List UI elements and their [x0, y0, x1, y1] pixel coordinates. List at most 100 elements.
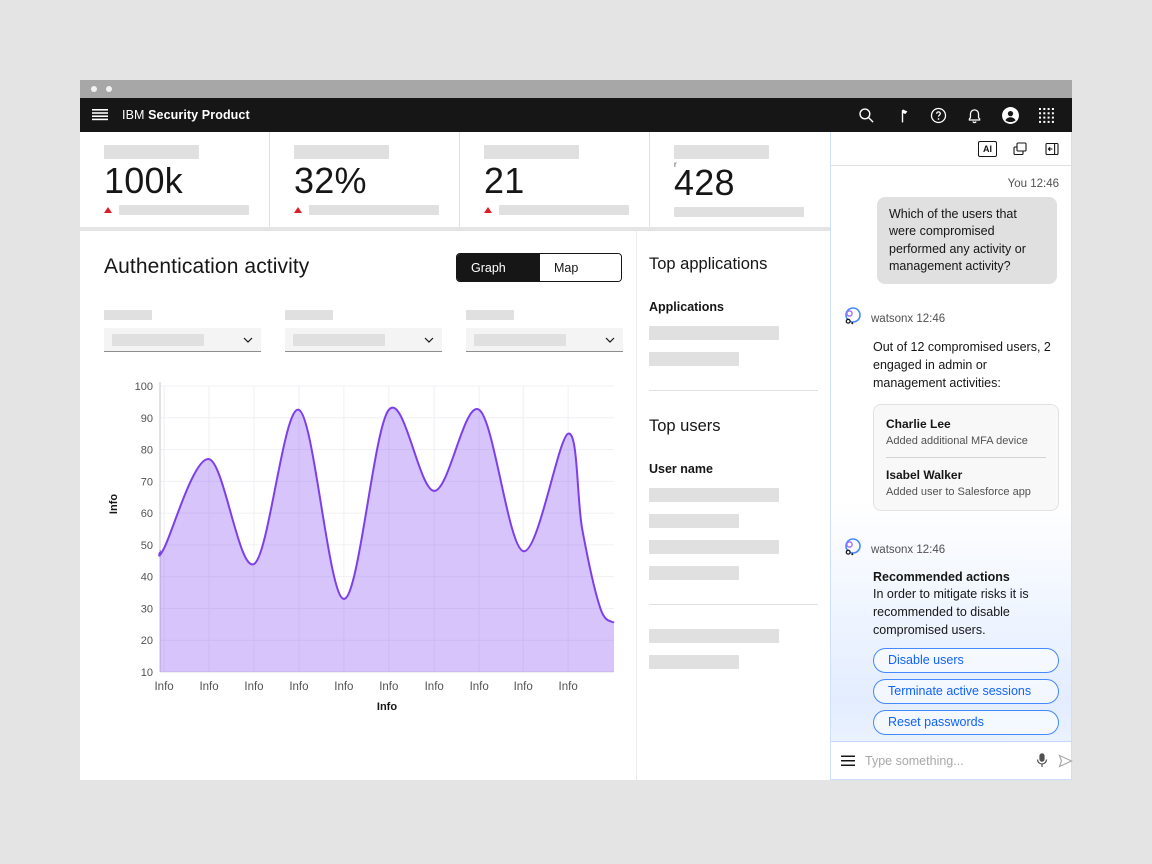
graph-map-toggle: Graph Map	[456, 253, 622, 282]
svg-text:Info: Info	[514, 681, 533, 693]
divider	[649, 390, 818, 391]
username-column-header: User name	[649, 462, 818, 476]
notifications-icon[interactable]	[956, 98, 992, 132]
filter-row	[104, 310, 636, 352]
kpi-value: 100k	[104, 161, 249, 201]
trend-up-icon	[294, 207, 302, 213]
filter-label-skeleton	[285, 310, 333, 320]
kpi-card: 100k	[80, 132, 269, 227]
hamburger-menu-icon[interactable]	[80, 98, 120, 132]
chat-panel-header: AI	[831, 132, 1071, 166]
svg-text:70: 70	[141, 476, 153, 488]
user-avatar-icon[interactable]	[992, 98, 1028, 132]
svg-text:10: 10	[141, 667, 153, 679]
kpi-card: r 428	[649, 132, 830, 227]
user-message-bubble: Which of the users that were compromised…	[877, 197, 1057, 284]
kpi-value: 428	[674, 163, 810, 203]
chart-y-axis-title: Info	[108, 494, 120, 514]
filter-value-skeleton	[293, 334, 385, 346]
filter-dropdown[interactable]	[104, 328, 261, 352]
user-row-skeleton	[649, 514, 739, 528]
authentication-activity-chart: Info 102030405060708090100InfoInfoInfoIn…	[104, 378, 636, 717]
user-message-meta: You 12:46	[843, 178, 1059, 190]
applications-column-header: Applications	[649, 300, 818, 314]
toggle-map[interactable]: Map	[539, 254, 621, 281]
filter-dropdown[interactable]	[285, 328, 442, 352]
svg-text:Info: Info	[244, 681, 263, 693]
bot-message-meta: watsonx 12:46	[871, 544, 945, 556]
user-row-skeleton	[649, 566, 739, 580]
kpi-value: 21	[484, 161, 629, 201]
kpi-trend-skeleton	[499, 205, 629, 215]
svg-text:Info: Info	[154, 681, 173, 693]
toggle-graph[interactable]: Graph	[457, 254, 539, 281]
chevron-down-icon	[605, 337, 615, 343]
chevron-down-icon	[424, 337, 434, 343]
signpost-icon[interactable]	[884, 98, 920, 132]
window-control-dot[interactable]	[106, 86, 112, 92]
trend-up-icon	[104, 207, 112, 213]
area-chart: 102030405060708090100InfoInfoInfoInfoInf…	[120, 378, 636, 712]
svg-text:Info: Info	[425, 681, 444, 693]
svg-text:60: 60	[141, 508, 153, 520]
help-icon[interactable]	[920, 98, 956, 132]
filter-label-skeleton	[104, 310, 152, 320]
side-panel-icon[interactable]	[1043, 140, 1061, 158]
bot-message-text: Out of 12 compromised users, 2 engaged i…	[873, 339, 1059, 392]
top-lists-column: Top applications Applications Top users …	[637, 231, 830, 780]
kpi-trend-skeleton	[674, 207, 804, 217]
svg-text:Info: Info	[289, 681, 308, 693]
kpi-value: 32%	[294, 161, 439, 201]
user-row-skeleton	[649, 540, 779, 554]
kpi-card: 32%	[269, 132, 459, 227]
filter-value-skeleton	[474, 334, 566, 346]
window-control-dot[interactable]	[91, 86, 97, 92]
send-icon[interactable]	[1058, 754, 1073, 768]
compromised-users-card: Charlie Lee Added additional MFA device …	[873, 404, 1059, 511]
divider	[886, 457, 1046, 458]
reset-passwords-button[interactable]: Reset passwords	[873, 710, 1059, 735]
watsonx-chat-panel: AI You 12:46 Which of the users that wer…	[830, 132, 1072, 780]
svg-text:Info: Info	[379, 681, 398, 693]
kpi-trend-skeleton	[309, 205, 439, 215]
top-users-title: Top users	[649, 417, 818, 436]
divider	[649, 604, 818, 605]
trend-up-icon	[484, 207, 492, 213]
ai-badge[interactable]: AI	[978, 141, 997, 157]
svg-text:Info: Info	[559, 681, 578, 693]
app-switcher-icon[interactable]	[1028, 98, 1064, 132]
filter-dropdown[interactable]	[466, 328, 623, 352]
svg-text:40: 40	[141, 572, 153, 584]
terminate-sessions-button[interactable]: Terminate active sessions	[873, 679, 1059, 704]
microphone-icon[interactable]	[1036, 753, 1048, 768]
recommended-actions-body: In order to mitigate risks it is recomme…	[873, 586, 1059, 639]
kpi-label-skeleton	[104, 145, 199, 159]
user-name: Charlie Lee	[886, 417, 1046, 431]
chat-scroll-area[interactable]: You 12:46 Which of the users that were c…	[831, 166, 1071, 741]
top-applications-title: Top applications	[649, 255, 818, 274]
svg-text:Info: Info	[377, 701, 397, 712]
window-titlebar	[80, 80, 1072, 98]
disable-users-button[interactable]: Disable users	[873, 648, 1059, 673]
filter-label-skeleton	[466, 310, 514, 320]
bot-message-meta: watsonx 12:46	[871, 313, 945, 325]
chat-text-input[interactable]	[865, 754, 1026, 768]
user-activity: Added additional MFA device	[886, 435, 1046, 447]
copy-icon[interactable]	[1011, 140, 1029, 158]
authentication-activity-section: Authentication activity Graph Map	[80, 231, 637, 780]
watsonx-avatar-icon	[843, 537, 863, 562]
app-title: IBM Security Product	[122, 108, 250, 122]
svg-text:80: 80	[141, 445, 153, 457]
application-row-skeleton	[649, 352, 739, 366]
search-icon[interactable]	[848, 98, 884, 132]
user-row-skeleton	[649, 488, 779, 502]
kpi-row: 100k 32% 21 r 428	[80, 132, 830, 227]
svg-text:20: 20	[141, 635, 153, 647]
prompt-menu-icon[interactable]	[841, 755, 855, 767]
section-title: Authentication activity	[104, 255, 309, 279]
main-content: 100k 32% 21 r 428	[80, 132, 830, 780]
user-name: Isabel Walker	[886, 468, 1046, 482]
filter-group	[285, 310, 442, 352]
svg-text:Info: Info	[334, 681, 353, 693]
chat-input-bar	[831, 741, 1071, 779]
